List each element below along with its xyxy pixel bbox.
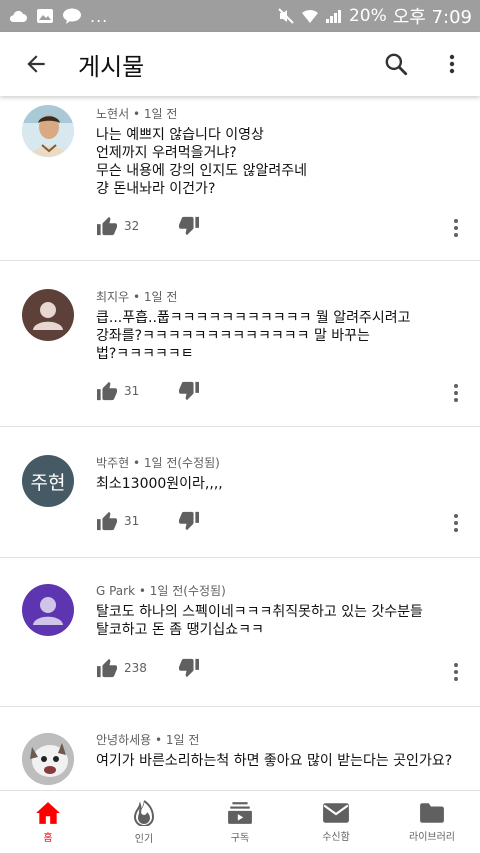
- nav-label: 인기: [134, 833, 154, 845]
- more-vert-icon: [454, 514, 458, 532]
- thumb-up-icon[interactable]: [96, 381, 118, 401]
- avatar[interactable]: [22, 105, 74, 157]
- thumb-down-icon[interactable]: [178, 381, 200, 401]
- bottom-navigation: 홈 인기 구독 수신함 라이브러리: [0, 790, 480, 853]
- avatar-photo: [22, 733, 74, 785]
- comment-time: 1일 전: [165, 733, 200, 747]
- comment-meta: 안녕하세용 • 1일 전: [96, 733, 200, 747]
- comment-time: 1일 전(수정됨): [149, 584, 226, 598]
- avatar-photo: [22, 105, 74, 157]
- nav-label: 구독: [230, 832, 250, 844]
- comment-feed[interactable]: 노현서 • 1일 전 나는 예쁘지 않습니다 이영상 언제까지 우려먹을거냐? …: [0, 96, 480, 790]
- comment-item: G Park • 1일 전(수정됨) 탈코도 하나의 스펙이네ㅋㅋㅋ취직못하고 …: [0, 558, 480, 707]
- default-avatar-icon: [33, 597, 63, 625]
- comment-more-button[interactable]: [446, 513, 466, 533]
- nav-label: 수신함: [322, 831, 350, 843]
- status-bar: ... 20% 오후 7:09: [0, 0, 480, 32]
- library-icon: [420, 802, 444, 823]
- comment-actions: 238: [96, 658, 200, 678]
- gallery-icon: [37, 9, 53, 23]
- comment-text: 여기가 바른소리하는척 하면 좋아요 많이 받는다는 곳인가요?: [96, 753, 453, 769]
- nav-library[interactable]: 라이브러리: [384, 791, 480, 853]
- like-count: 32: [124, 219, 140, 233]
- nav-subscriptions[interactable]: 구독: [192, 791, 288, 853]
- author-name[interactable]: 박주현: [96, 456, 129, 470]
- nav-trending[interactable]: 인기: [96, 791, 192, 853]
- author-name[interactable]: G Park: [96, 584, 135, 598]
- comment-item: 안녕하세용 • 1일 전 여기가 바른소리하는척 하면 좋아요 많이 받는다는 …: [0, 707, 480, 790]
- comment-time: 1일 전(수정됨): [143, 456, 220, 470]
- avatar[interactable]: [22, 733, 74, 785]
- like-count: 238: [124, 661, 147, 675]
- nav-label: 라이브러리: [409, 831, 455, 843]
- comment-item: 주현 박주현 • 1일 전(수정됨) 최소13000원이라,,,, 31: [0, 427, 480, 558]
- cloud-icon: [9, 10, 28, 22]
- page-title: 게시물: [78, 52, 145, 81]
- thumb-down-icon[interactable]: [178, 658, 200, 678]
- more-vert-icon: [449, 54, 455, 74]
- comment-time: 1일 전: [143, 107, 178, 121]
- comment-text: 나는 예쁘지 않습니다 이영상 언제까지 우려먹을거냐? 무슨 내용에 강의 인…: [96, 127, 307, 197]
- clock: 오후 7:09: [392, 7, 472, 28]
- comment-actions: 31: [96, 511, 200, 531]
- trending-icon: [133, 799, 155, 826]
- comment-more-button[interactable]: [446, 662, 466, 682]
- search-button[interactable]: [368, 32, 424, 96]
- mute-icon: [278, 8, 294, 24]
- status-system: 20% 오후 7:09: [277, 3, 472, 29]
- battery-percent: 20%: [348, 6, 387, 26]
- comment-item: 노현서 • 1일 전 나는 예쁘지 않습니다 이영상 언제까지 우려먹을거냐? …: [0, 96, 480, 261]
- comment-meta: 박주현 • 1일 전(수정됨): [96, 456, 220, 470]
- thumb-up-icon[interactable]: [96, 511, 118, 531]
- comment-meta: 노현서 • 1일 전: [96, 107, 178, 121]
- author-name[interactable]: 안녕하세용: [96, 733, 151, 747]
- comment-actions: 31: [96, 381, 200, 401]
- more-vert-icon: [454, 384, 458, 402]
- nav-inbox[interactable]: 수신함: [288, 791, 384, 853]
- avatar[interactable]: [22, 289, 74, 341]
- overflow-menu-button[interactable]: [424, 32, 480, 96]
- comment-meta: 최지우 • 1일 전: [96, 290, 178, 304]
- thumb-up-icon[interactable]: [96, 658, 118, 678]
- avatar-initials: 주현: [30, 471, 66, 494]
- author-name[interactable]: 최지우: [96, 290, 129, 304]
- comment-text: 최소13000원이라,,,,: [96, 476, 223, 492]
- talk-icon: [63, 8, 81, 24]
- signal-icon: [325, 10, 341, 23]
- home-icon: [36, 801, 60, 824]
- comment-text: 큽...푸흡..풉ㅋㅋㅋㅋㅋㅋㅋㅋㅋㅋㅋ 뭘 알려주시려고 강좌를?ㅋㅋㅋㅋㅋㅋ…: [96, 310, 411, 362]
- status-notifications: ...: [8, 7, 108, 26]
- nav-label: 홈: [43, 832, 53, 844]
- search-icon: [385, 53, 408, 76]
- avatar[interactable]: [22, 584, 74, 636]
- wifi-icon: [301, 9, 318, 23]
- comment-time: 1일 전: [143, 290, 178, 304]
- comment-text: 탈코도 하나의 스펙이네ㅋㅋㅋ취직못하고 있는 갓수분들 탈코하고 돈 좀 땡기…: [96, 604, 423, 638]
- comment-item: 최지우 • 1일 전 큽...푸흡..풉ㅋㅋㅋㅋㅋㅋㅋㅋㅋㅋㅋ 뭘 알려주시려고…: [0, 261, 480, 427]
- like-count: 31: [124, 384, 140, 398]
- inbox-icon: [323, 802, 349, 823]
- status-more-dots: ...: [90, 6, 109, 26]
- more-vert-icon: [454, 663, 458, 681]
- comment-meta: G Park • 1일 전(수정됨): [96, 584, 226, 598]
- thumb-down-icon[interactable]: [178, 511, 200, 531]
- avatar[interactable]: 주현: [22, 455, 74, 507]
- subscriptions-icon: [228, 801, 252, 824]
- arrow-back-icon: [27, 55, 45, 73]
- comment-more-button[interactable]: [446, 218, 466, 238]
- comment-more-button[interactable]: [446, 383, 466, 403]
- more-vert-icon: [454, 219, 458, 237]
- app-bar: 게시물: [0, 32, 480, 96]
- thumb-down-icon[interactable]: [178, 216, 200, 236]
- default-avatar-icon: [33, 302, 63, 330]
- thumb-up-icon[interactable]: [96, 216, 118, 236]
- nav-home[interactable]: 홈: [0, 791, 96, 853]
- back-button[interactable]: [0, 32, 72, 96]
- like-count: 31: [124, 514, 140, 528]
- comment-actions: 32: [96, 216, 200, 236]
- author-name[interactable]: 노현서: [96, 107, 129, 121]
